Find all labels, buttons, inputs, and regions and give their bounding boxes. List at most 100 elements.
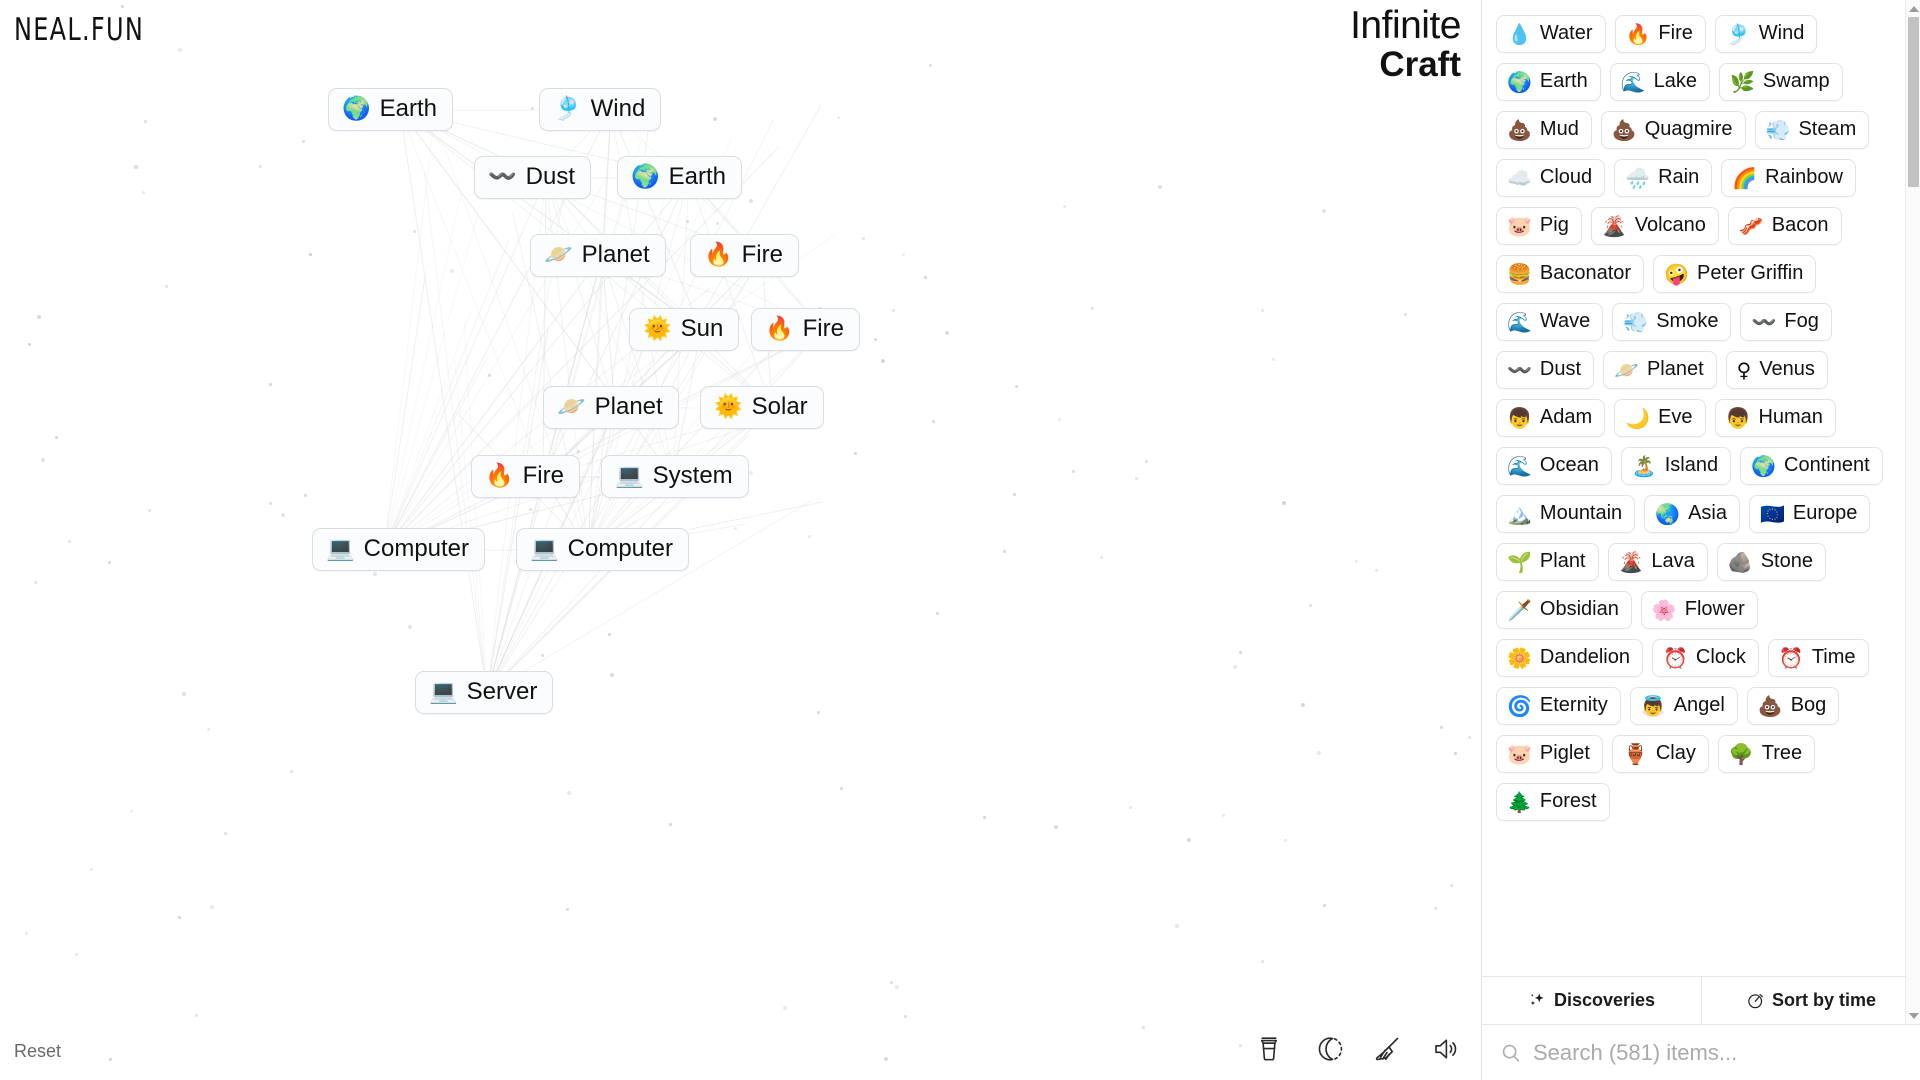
canvas-card-planet[interactable]: 🪐 Planet bbox=[530, 234, 666, 277]
canvas-card-label: Earth bbox=[668, 163, 727, 190]
search-input[interactable] bbox=[1533, 1039, 1904, 1066]
scroll-down-arrow[interactable] bbox=[1906, 1009, 1920, 1022]
element-pill-clay[interactable]: 🏺 Clay bbox=[1611, 735, 1709, 773]
ocean-icon: 🌊 bbox=[1507, 453, 1532, 478]
coffee-icon[interactable] bbox=[1254, 1034, 1284, 1064]
sidebar-scrollbar[interactable] bbox=[1905, 0, 1920, 1024]
canvas-card-fire[interactable]: 🔥 Fire bbox=[690, 234, 799, 277]
element-pill-pig[interactable]: 🐷 Pig bbox=[1496, 207, 1582, 245]
canvas-card-server[interactable]: 💻 Server bbox=[415, 671, 554, 714]
speaker-icon[interactable] bbox=[1431, 1034, 1461, 1064]
element-pill-plant[interactable]: 🌱 Plant bbox=[1496, 543, 1599, 581]
element-pill-tree[interactable]: 🌳 Tree bbox=[1717, 735, 1816, 773]
element-pill-label: Piglet bbox=[1539, 742, 1590, 764]
canvas-card-label: Wind bbox=[590, 95, 646, 122]
element-pill-bacon[interactable]: 🥓 Bacon bbox=[1727, 207, 1842, 245]
earth-icon: 🌍 bbox=[631, 163, 660, 190]
element-pill-quagmire[interactable]: 💩 Quagmire bbox=[1600, 111, 1746, 149]
element-pill-volcano[interactable]: 🌋 Volcano bbox=[1590, 207, 1719, 245]
element-pill-wave[interactable]: 🌊 Wave bbox=[1496, 303, 1604, 341]
element-pill-cloud[interactable]: ☁️ Cloud bbox=[1496, 159, 1606, 197]
element-pill-obsidian[interactable]: 🗡️ Obsidian bbox=[1496, 591, 1632, 629]
reset-button[interactable]: Reset bbox=[14, 1041, 61, 1062]
element-pill-flower[interactable]: 🌸 Flower bbox=[1640, 591, 1758, 629]
element-pill-stone[interactable]: 🪨 Stone bbox=[1716, 543, 1826, 581]
canvas-card-sun[interactable]: 🌞 Sun bbox=[629, 308, 740, 351]
background-dot bbox=[1454, 752, 1458, 756]
element-pill-steam[interactable]: 💨 Steam bbox=[1754, 111, 1870, 149]
element-pill-adam[interactable]: 👦 Adam bbox=[1496, 399, 1606, 437]
canvas-card-wind[interactable]: 🎐 Wind bbox=[539, 88, 662, 131]
element-pill-planet[interactable]: 🪐 Planet bbox=[1603, 351, 1717, 389]
canvas-card-solar[interactable]: 🌞 Solar bbox=[700, 386, 824, 429]
canvas-card-dust[interactable]: 〰️ Dust bbox=[474, 156, 591, 199]
element-pill-wind[interactable]: 🎐 Wind bbox=[1714, 15, 1818, 53]
scrollbar-thumb[interactable] bbox=[1908, 17, 1919, 187]
moon-icon[interactable] bbox=[1313, 1034, 1343, 1064]
element-pill-forest[interactable]: 🌲 Forest bbox=[1496, 783, 1610, 821]
element-pill-fire[interactable]: 🔥 Fire bbox=[1614, 15, 1706, 53]
element-pill-bog[interactable]: 💩 Bog bbox=[1746, 687, 1840, 725]
element-pill-island[interactable]: 🏝️ Island bbox=[1620, 447, 1732, 485]
element-pill-continent[interactable]: 🌍 Continent bbox=[1740, 447, 1883, 485]
element-pill-swamp[interactable]: 🌿 Swamp bbox=[1719, 63, 1843, 101]
element-pill-human[interactable]: 👦 Human bbox=[1714, 399, 1836, 437]
canvas-card-computer[interactable]: 💻 Computer bbox=[516, 528, 690, 571]
element-pill-europe[interactable]: 🇪🇺 Europe bbox=[1749, 495, 1871, 533]
background-dot bbox=[107, 560, 111, 564]
search-bar[interactable] bbox=[1482, 1024, 1920, 1080]
earth-icon: 🌍 bbox=[342, 95, 371, 122]
element-pill-time[interactable]: ⏰ Time bbox=[1767, 639, 1869, 677]
background-dot bbox=[1239, 651, 1243, 655]
element-pill-lake[interactable]: 🌊 Lake bbox=[1609, 63, 1710, 101]
element-pill-water[interactable]: 💧 Water bbox=[1496, 15, 1606, 53]
element-pill-dust[interactable]: 〰️ Dust bbox=[1496, 351, 1595, 389]
canvas-card-system[interactable]: 💻 System bbox=[601, 455, 749, 498]
element-pill-dandelion[interactable]: 🌼 Dandelion bbox=[1496, 639, 1643, 677]
background-dot bbox=[686, 219, 690, 223]
scroll-up-arrow[interactable] bbox=[1906, 2, 1920, 15]
elements-sidebar: 💧 Water 🔥 Fire 🎐 Wind 🌍 Earth 🌊 Lake 🌿 Swamp 💩 Mud 💩 Qu… bbox=[1481, 0, 1920, 1080]
canvas-card-earth[interactable]: 🌍 Earth bbox=[328, 88, 454, 131]
element-pill-lava[interactable]: 🌋 Lava bbox=[1607, 543, 1708, 581]
element-pill-label: Quagmire bbox=[1644, 118, 1733, 140]
element-pill-angel[interactable]: 👼 Angel bbox=[1629, 687, 1738, 725]
element-pill-fog[interactable]: 〰️ Fog bbox=[1740, 303, 1832, 341]
background-dot bbox=[194, 1013, 198, 1017]
element-pill-piglet[interactable]: 🐷 Piglet bbox=[1496, 735, 1603, 773]
element-list[interactable]: 💧 Water 🔥 Fire 🎐 Wind 🌍 Earth 🌊 Lake 🌿 Swamp 💩 Mud 💩 Qu… bbox=[1482, 0, 1920, 976]
element-pill-mountain[interactable]: 🏔️ Mountain bbox=[1496, 495, 1636, 533]
element-pill-asia[interactable]: 🌏 Asia bbox=[1644, 495, 1740, 533]
element-pill-eternity[interactable]: 🌀 Eternity bbox=[1496, 687, 1621, 725]
element-pill-ocean[interactable]: 🌊 Ocean bbox=[1496, 447, 1612, 485]
element-pill-earth[interactable]: 🌍 Earth bbox=[1496, 63, 1601, 101]
element-pill-peter-griffin[interactable]: 🤪 Peter Griffin bbox=[1653, 255, 1817, 293]
element-pill-venus[interactable]: ♀ Venus bbox=[1725, 351, 1828, 389]
sidebar-tabs: Discoveries Sort by time bbox=[1482, 976, 1920, 1024]
crafting-canvas[interactable]: NEAL.FUN Infinite Craft 🌍 Earth 🎐 Wind 〰️ Dus… bbox=[0, 0, 1481, 1080]
element-pill-baconator[interactable]: 🍔 Baconator bbox=[1496, 255, 1645, 293]
element-pill-rainbow[interactable]: 🌈 Rainbow bbox=[1721, 159, 1856, 197]
broom-icon[interactable] bbox=[1372, 1034, 1402, 1064]
element-pill-smoke[interactable]: 💨 Smoke bbox=[1612, 303, 1732, 341]
element-pill-clock[interactable]: ⏰ Clock bbox=[1651, 639, 1759, 677]
tab-discoveries[interactable]: Discoveries bbox=[1482, 977, 1701, 1024]
element-pill-rain[interactable]: 🌧️ Rain bbox=[1614, 159, 1713, 197]
element-pill-mud[interactable]: 💩 Mud bbox=[1496, 111, 1592, 149]
background-dot bbox=[540, 654, 544, 658]
background-dot bbox=[1141, 1025, 1145, 1029]
background-dot bbox=[304, 493, 308, 497]
tab-sort-by-time-label: Sort by time bbox=[1771, 990, 1877, 1010]
canvas-card-fire[interactable]: 🔥 Fire bbox=[751, 308, 860, 351]
background-dot bbox=[1187, 837, 1192, 842]
background-dot bbox=[1232, 665, 1237, 670]
canvas-card-earth[interactable]: 🌍 Earth bbox=[617, 156, 743, 199]
canvas-card-planet[interactable]: 🪐 Planet bbox=[543, 386, 679, 429]
background-dot bbox=[147, 509, 151, 513]
canvas-card-fire[interactable]: 🔥 Fire bbox=[471, 455, 580, 498]
stone-icon: 🪨 bbox=[1727, 549, 1753, 574]
element-pill-eve[interactable]: 🌙 Eve bbox=[1614, 399, 1706, 437]
tab-sort-by-time[interactable]: Sort by time bbox=[1701, 977, 1920, 1024]
neal-fun-logo[interactable]: NEAL.FUN bbox=[14, 12, 144, 48]
canvas-card-computer[interactable]: 💻 Computer bbox=[312, 528, 486, 571]
